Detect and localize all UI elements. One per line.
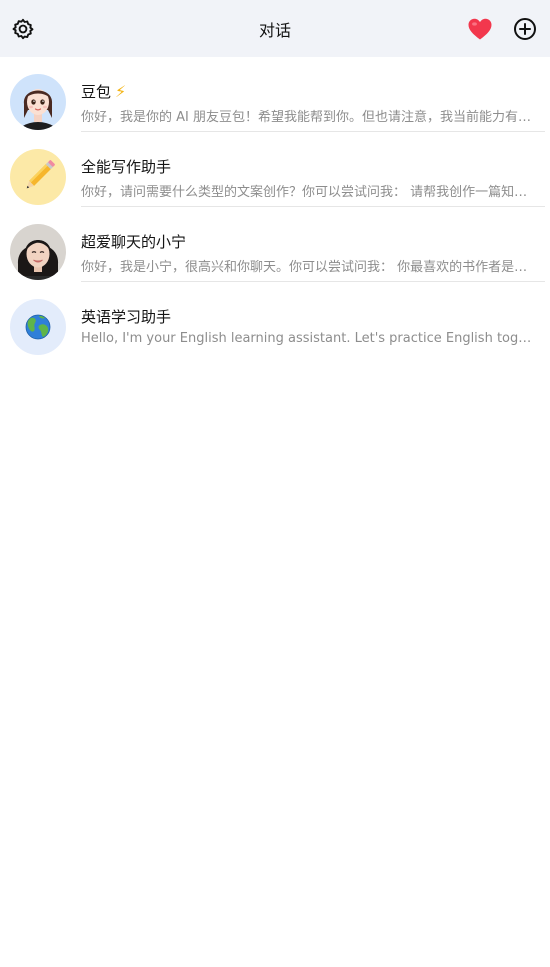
list-item[interactable]: 豆包 ⚡ 你好，我是你的 AI 朋友豆包！希望我能帮到你。但也请注意，我当前能力有… bbox=[0, 57, 550, 132]
list-item[interactable]: 全能写作助手 你好，请问需要什么类型的文案创作？你可以尝试问我： 请帮我创作一篇… bbox=[0, 132, 550, 207]
conversation-preview: 你好，请问需要什么类型的文案创作？你可以尝试问我： 请帮我创作一篇知乎风格的文章 bbox=[81, 185, 539, 200]
list-item[interactable]: 英语学习助手 Hello, I'm your English learning … bbox=[0, 282, 550, 357]
conversation-list: 豆包 ⚡ 你好，我是你的 AI 朋友豆包！希望我能帮到你。但也请注意，我当前能力有… bbox=[0, 57, 550, 357]
conversation-name: 豆包 ⚡ bbox=[81, 82, 127, 101]
conversation-name: 超爱聊天的小宁 bbox=[81, 233, 187, 251]
plus-circle-icon[interactable] bbox=[512, 16, 538, 42]
conversation-preview: 你好，我是你的 AI 朋友豆包！希望我能帮到你。但也请注意，我当前能力有限，可能… bbox=[81, 110, 539, 125]
top-bar: 对话 bbox=[0, 0, 550, 57]
conversation-preview: 你好，我是小宁，很高兴和你聊天。你可以尝试问我： 你最喜欢的书作者是谁？ bbox=[81, 260, 539, 275]
girl-avatar bbox=[10, 74, 66, 130]
conversation-name: 英语学习助手 bbox=[81, 308, 172, 326]
globe-avatar bbox=[10, 299, 66, 355]
conversation-name: 全能写作助手 bbox=[81, 158, 172, 176]
conversation-preview: Hello, I'm your English learning assista… bbox=[81, 331, 539, 346]
list-item[interactable]: 超爱聊天的小宁 你好，我是小宁，很高兴和你聊天。你可以尝试问我： 你最喜欢的书作… bbox=[0, 207, 550, 282]
woman-photo-avatar bbox=[10, 224, 66, 280]
lightning-icon: ⚡ bbox=[115, 82, 127, 101]
heart-icon[interactable] bbox=[467, 16, 493, 42]
pencil-avatar bbox=[10, 149, 66, 205]
